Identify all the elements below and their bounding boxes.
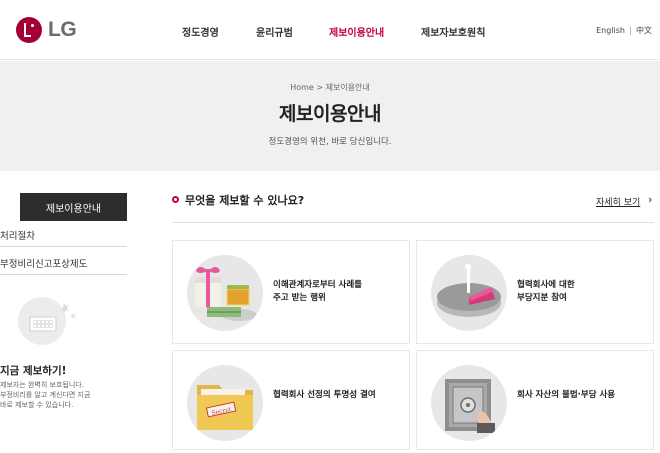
bullet-icon — [172, 196, 179, 203]
nav-item-ethics-code[interactable]: 윤리규범 — [256, 24, 293, 39]
gift-money-icon — [187, 255, 263, 331]
safe-icon — [431, 365, 507, 441]
breadcrumb: Home > 제보이용안내 — [290, 83, 370, 92]
lg-logo-icon — [16, 17, 42, 43]
laptop-illustration-icon — [18, 297, 76, 345]
report-type-card[interactable]: 이해관계자로부터 사례를 주고 받는 행위 — [172, 240, 410, 344]
sidebar-item-procedure[interactable]: 처리절차 — [0, 223, 127, 247]
card-label: 협력회사 선정의 투명성 결여 — [273, 390, 376, 400]
nav-item-whistleblower-protection[interactable]: 제보자보호원칙 — [421, 24, 485, 39]
card-label: 협력회사에 대한 부당지분 참여 — [517, 280, 575, 303]
report-now-title[interactable]: 지금 제보하기! — [0, 363, 66, 378]
page-title: 제보이용안내 — [279, 103, 381, 125]
card-label: 이해관계자로부터 사례를 주고 받는 행위 — [273, 280, 362, 303]
report-now-description: 제보자는 완벽히 보호됩니다. 부정비리를 알고 계신다면 지금 바로 제보할 … — [0, 381, 91, 409]
lang-english-link[interactable]: English — [596, 26, 625, 35]
see-more-link[interactable]: 자세히 보기 — [596, 195, 640, 208]
lg-logo[interactable]: LG — [16, 17, 77, 43]
page-subtitle: 정도경영의 위천, 바로 당신입니다. — [268, 137, 392, 147]
section-divider — [172, 222, 654, 223]
report-type-card[interactable]: Secret 협력회사 선정의 투명성 결여 — [172, 350, 410, 450]
lang-divider — [630, 26, 631, 35]
pie-chart-icon — [431, 255, 507, 331]
sidebar-item-report-guide[interactable]: 제보이용안내 — [20, 193, 127, 221]
nav-item-report-guide[interactable]: 제보이용안내 — [329, 24, 384, 39]
secret-folder-icon: Secret — [187, 365, 263, 441]
sidebar-item-reward-system[interactable]: 부정비리신고포상제도 — [0, 251, 127, 275]
lang-chinese-link[interactable]: 中文 — [636, 25, 652, 36]
language-switcher: English 中文 — [596, 25, 652, 36]
report-type-card[interactable]: 협력회사에 대한 부당지분 참여 — [416, 240, 654, 344]
nav-item-integrity-management[interactable]: 정도경영 — [182, 24, 219, 39]
logo-text: LG — [48, 18, 77, 41]
report-type-card[interactable]: 회사 자산의 불법·부당 사용 — [416, 350, 654, 450]
chevron-right-icon[interactable]: › — [648, 193, 652, 206]
section-title: 무엇을 제보할 수 있나요? — [185, 194, 305, 207]
page-hero: Home > 제보이용안내 제보이용안내 정도경영의 위천, 바로 당신입니다. — [0, 61, 660, 171]
card-label: 회사 자산의 불법·부당 사용 — [517, 390, 616, 400]
site-header: LG 정도경영 윤리규범 제보이용안내 제보자보호원칙 English 中文 — [0, 0, 660, 60]
